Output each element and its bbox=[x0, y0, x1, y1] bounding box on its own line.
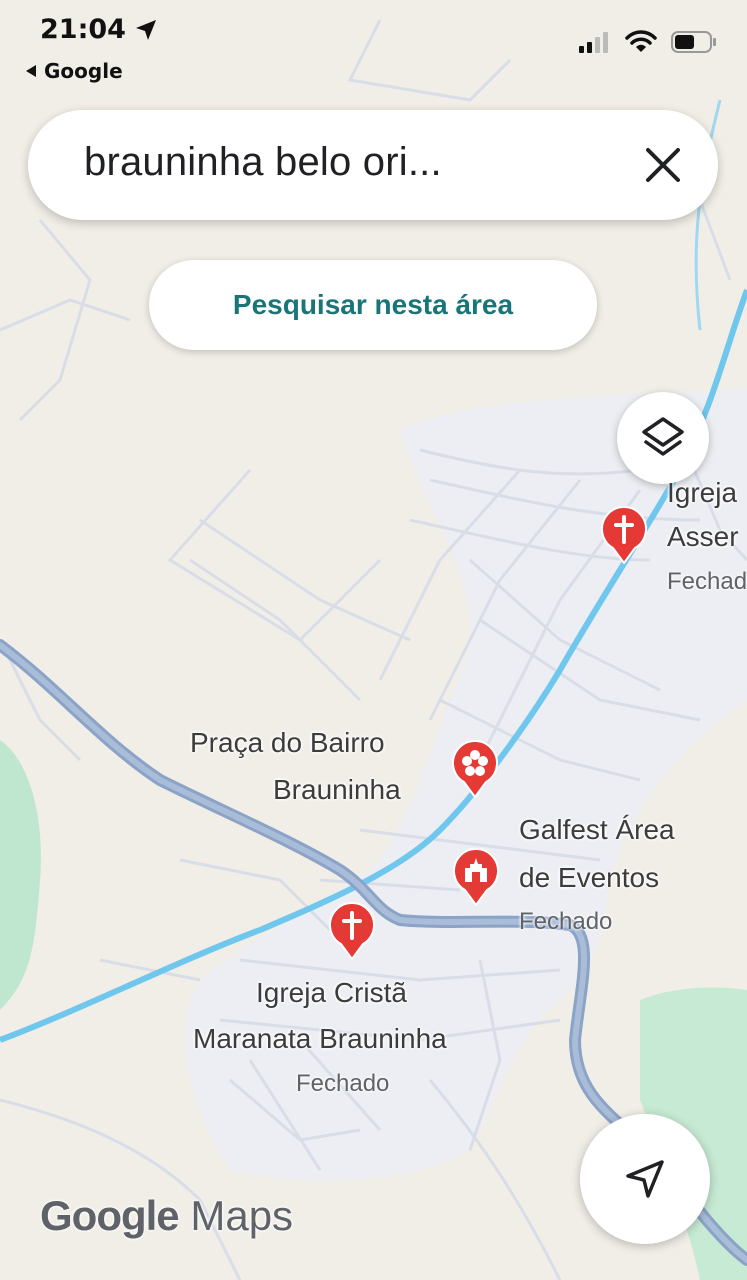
navigation-arrow-icon bbox=[626, 1160, 664, 1198]
church-icon bbox=[601, 505, 647, 565]
church-icon bbox=[329, 901, 375, 961]
back-label: Google bbox=[44, 59, 123, 83]
event-venue-pin[interactable] bbox=[453, 847, 499, 907]
google-maps-logo: Google Maps bbox=[40, 1192, 293, 1240]
status-icons bbox=[579, 30, 717, 54]
event-venue-icon bbox=[453, 847, 499, 907]
status-time: 21:04 bbox=[40, 14, 158, 45]
close-icon[interactable] bbox=[640, 142, 686, 188]
place-status: Fechado bbox=[519, 908, 613, 935]
battery-icon bbox=[671, 31, 716, 53]
location-arrow-icon bbox=[135, 19, 156, 40]
church-pin[interactable] bbox=[329, 901, 375, 961]
back-triangle-icon bbox=[26, 65, 36, 77]
place-name-line2[interactable]: de Eventos bbox=[519, 855, 659, 901]
wifi-icon bbox=[625, 30, 657, 52]
maps-wordmark: Maps bbox=[190, 1192, 294, 1239]
place-name-line2[interactable]: Brauninha bbox=[273, 767, 401, 813]
search-bar[interactable]: brauninha belo ori... bbox=[28, 110, 718, 220]
place-name-line1[interactable]: Galfest Área bbox=[519, 807, 675, 853]
search-this-area-button[interactable]: Pesquisar nesta área bbox=[149, 260, 597, 350]
park-flower-icon bbox=[452, 739, 498, 799]
park-pin[interactable] bbox=[452, 739, 498, 799]
church-pin[interactable] bbox=[601, 505, 647, 565]
back-to-google-link[interactable]: Google bbox=[24, 59, 123, 83]
my-location-button[interactable] bbox=[580, 1114, 710, 1244]
place-status: Fechado bbox=[296, 1070, 390, 1097]
place-name-line2[interactable]: Asser bbox=[667, 514, 739, 560]
place-name-line1[interactable]: Igreja Cristã bbox=[256, 970, 407, 1016]
place-name-line1[interactable]: Igreja bbox=[667, 470, 737, 516]
place-status: Fechado bbox=[667, 568, 747, 595]
google-wordmark: Google bbox=[40, 1192, 180, 1239]
place-name-line1[interactable]: Praça do Bairro bbox=[190, 720, 385, 766]
search-this-area-label: Pesquisar nesta área bbox=[232, 289, 514, 320]
search-query-text[interactable]: brauninha belo ori... bbox=[84, 140, 442, 185]
place-name-line2[interactable]: Maranata Brauninha bbox=[193, 1016, 447, 1062]
time-text: 21:04 bbox=[40, 14, 126, 45]
cellular-signal-icon bbox=[579, 32, 608, 53]
layers-icon bbox=[642, 417, 684, 456]
